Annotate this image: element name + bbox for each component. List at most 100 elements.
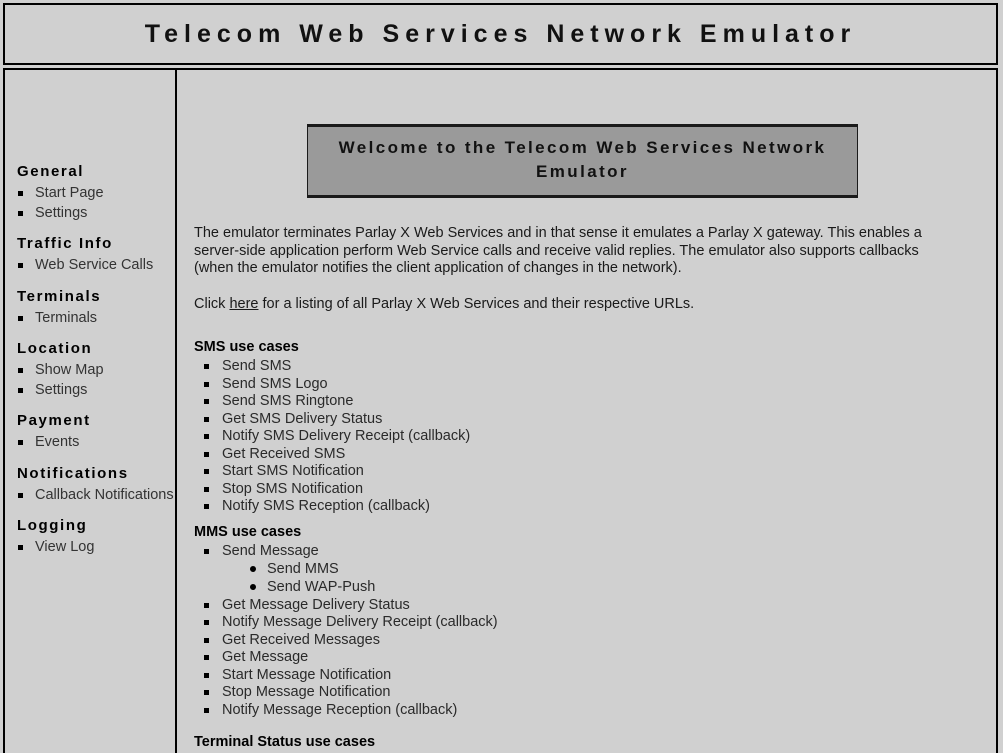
list-item[interactable]: Get Received SMS — [202, 446, 894, 463]
list-item[interactable]: Start Message Notification — [202, 667, 894, 684]
use-case-label: Notify SMS Reception (callback) — [222, 498, 430, 514]
mms-use-cases-group: MMS use cases Send Message Send MMS Send… — [194, 523, 894, 719]
sidebar-item-events[interactable]: Events — [17, 433, 175, 452]
sidebar-list-location: Show Map Settings — [5, 361, 175, 399]
welcome-banner: Welcome to the Telecom Web Services Netw… — [307, 124, 858, 198]
sidebar-section-general: General Start Page Settings — [5, 162, 175, 222]
sidebar-heading-payment: Payment — [17, 412, 91, 429]
mms-use-cases-list: Send Message Send MMS Send WAP-Push Get … — [194, 543, 894, 719]
body-frame: General Start Page Settings Traffic Info… — [3, 68, 998, 753]
sidebar-item-location-settings[interactable]: Settings — [17, 381, 175, 400]
sms-use-cases-group: SMS use cases Send SMS Send SMS Logo Sen… — [194, 338, 894, 515]
use-case-label: Get Message Delivery Status — [222, 596, 410, 613]
sidebar-list-terminals: Terminals — [5, 309, 175, 328]
list-item[interactable]: Stop Message Notification — [202, 684, 894, 701]
sidebar-list-traffic-info: Web Service Calls — [5, 256, 175, 275]
use-case-label: Get SMS Delivery Status — [222, 410, 383, 427]
listing-link-paragraph: Click here for a listing of all Parlay X… — [194, 296, 959, 314]
sidebar-section-traffic-info: Traffic Info Web Service Calls — [5, 234, 175, 275]
sidebar-section-notifications: Notifications Callback Notifications — [5, 464, 175, 505]
intro-paragraph: The emulator terminates Parlay X Web Ser… — [194, 225, 922, 276]
sidebar-item-label: Settings — [35, 381, 88, 398]
use-case-label: Send SMS Ringtone — [222, 393, 354, 409]
list-item[interactable]: Get Received Messages — [202, 632, 894, 649]
use-case-label: Get Message — [222, 649, 309, 665]
mms-use-cases-title: MMS use cases — [194, 524, 302, 540]
sidebar-item-label: Show Map — [35, 362, 104, 378]
sidebar-item-terminals[interactable]: Terminals — [17, 309, 175, 328]
sidebar-item-general-settings[interactable]: Settings — [17, 204, 175, 223]
sidebar-list-logging: View Log — [5, 538, 175, 557]
welcome-banner-text: Welcome to the Telecom Web Services Netw… — [338, 138, 827, 181]
use-case-label: Stop SMS Notification — [222, 480, 364, 497]
list-item[interactable]: Notify Message Delivery Receipt (callbac… — [202, 614, 894, 631]
link-prefix-text: Click — [194, 295, 230, 312]
list-item[interactable]: Stop SMS Notification — [202, 481, 894, 498]
intro-text-block: The emulator terminates Parlay X Web Ser… — [194, 225, 959, 313]
sms-use-cases-title: SMS use cases — [194, 339, 299, 355]
sidebar-list-payment: Events — [5, 433, 175, 452]
sidebar-item-callback-notifications[interactable]: Callback Notifications — [17, 486, 175, 505]
sidebar-item-label: Settings — [35, 204, 88, 221]
sidebar-item-show-map[interactable]: Show Map — [17, 361, 175, 380]
list-item[interactable]: Send SMS — [202, 358, 894, 375]
sidebar-heading-notifications: Notifications — [17, 464, 129, 482]
send-message-sublist: Send MMS Send WAP-Push — [222, 560, 894, 596]
list-item[interactable]: Send SMS Ringtone — [202, 393, 894, 410]
sidebar-heading-traffic-info: Traffic Info — [17, 235, 113, 252]
list-item[interactable]: Notify SMS Reception (callback) — [202, 498, 894, 515]
use-case-label: Send SMS — [222, 358, 292, 374]
use-case-label: Send SMS Logo — [222, 375, 328, 392]
sidebar-item-label: Web Service Calls — [35, 257, 154, 273]
sidebar-list-general: Start Page Settings — [5, 184, 175, 222]
link-suffix-text: for a listing of all Parlay X Web Servic… — [258, 295, 695, 312]
web-services-listing-link[interactable]: here — [229, 296, 258, 312]
sidebar-item-label: Events — [35, 434, 80, 450]
sidebar-item-label: Terminals — [35, 309, 98, 326]
sidebar-section-terminals: Terminals Terminals — [5, 287, 175, 328]
app-header: Telecom Web Services Network Emulator — [3, 3, 998, 65]
sidebar-item-label: Callback Notifications — [35, 486, 174, 503]
use-case-label: Start SMS Notification — [222, 463, 364, 479]
use-case-label: Stop Message Notification — [222, 684, 391, 700]
use-case-label: Start Message Notification — [222, 666, 392, 683]
list-item[interactable]: Get Message Delivery Status — [202, 597, 894, 614]
use-case-label: Notify Message Delivery Receipt (callbac… — [222, 614, 498, 630]
sidebar-heading-general: General — [17, 163, 85, 180]
list-item[interactable]: Notify Message Reception (callback) — [202, 702, 894, 719]
use-case-label: Send MMS — [267, 561, 339, 577]
sidebar-navigation: General Start Page Settings Traffic Info… — [5, 70, 177, 753]
list-item[interactable]: Send SMS Logo — [202, 376, 894, 393]
sidebar-list-notifications: Callback Notifications — [5, 486, 175, 505]
sidebar-item-start-page[interactable]: Start Page — [17, 184, 175, 203]
use-case-label: Send Message — [222, 543, 319, 559]
list-item[interactable]: Send Message Send MMS Send WAP-Push — [202, 543, 894, 596]
use-case-label: Get Received Messages — [222, 631, 380, 648]
use-case-label: Notify SMS Delivery Receipt (callback) — [222, 428, 471, 444]
sidebar-item-label: Start Page — [35, 185, 104, 201]
list-item[interactable]: Notify SMS Delivery Receipt (callback) — [202, 428, 894, 445]
use-case-label: Get Received SMS — [222, 445, 346, 462]
list-item[interactable]: Send MMS — [248, 560, 894, 578]
sidebar-section-location: Location Show Map Settings — [5, 339, 175, 399]
sms-use-cases-list: Send SMS Send SMS Logo Send SMS Ringtone… — [194, 358, 894, 515]
sidebar-item-view-log[interactable]: View Log — [17, 538, 175, 557]
sidebar-section-logging: Logging View Log — [5, 516, 175, 557]
list-item[interactable]: Get SMS Delivery Status — [202, 411, 894, 428]
list-item[interactable]: Start SMS Notification — [202, 463, 894, 480]
sidebar-item-label: View Log — [35, 539, 95, 555]
main-content: Welcome to the Telecom Web Services Netw… — [177, 70, 996, 753]
list-item[interactable]: Get Message — [202, 649, 894, 666]
sidebar-item-web-service-calls[interactable]: Web Service Calls — [17, 256, 175, 275]
use-case-label: Notify Message Reception (callback) — [222, 701, 458, 718]
terminal-status-use-cases-title: Terminal Status use cases — [194, 733, 376, 750]
sidebar-section-payment: Payment Events — [5, 411, 175, 452]
sidebar-heading-logging: Logging — [17, 517, 88, 534]
sidebar-heading-terminals: Terminals — [17, 287, 102, 305]
emulator-page: Telecom Web Services Network Emulator Ge… — [0, 0, 1003, 753]
list-item[interactable]: Send WAP-Push — [248, 578, 894, 596]
use-cases-block: SMS use cases Send SMS Send SMS Logo Sen… — [194, 338, 894, 751]
sidebar-heading-location: Location — [17, 340, 93, 357]
app-title: Telecom Web Services Network Emulator — [144, 19, 857, 48]
use-case-label: Send WAP-Push — [267, 579, 376, 595]
